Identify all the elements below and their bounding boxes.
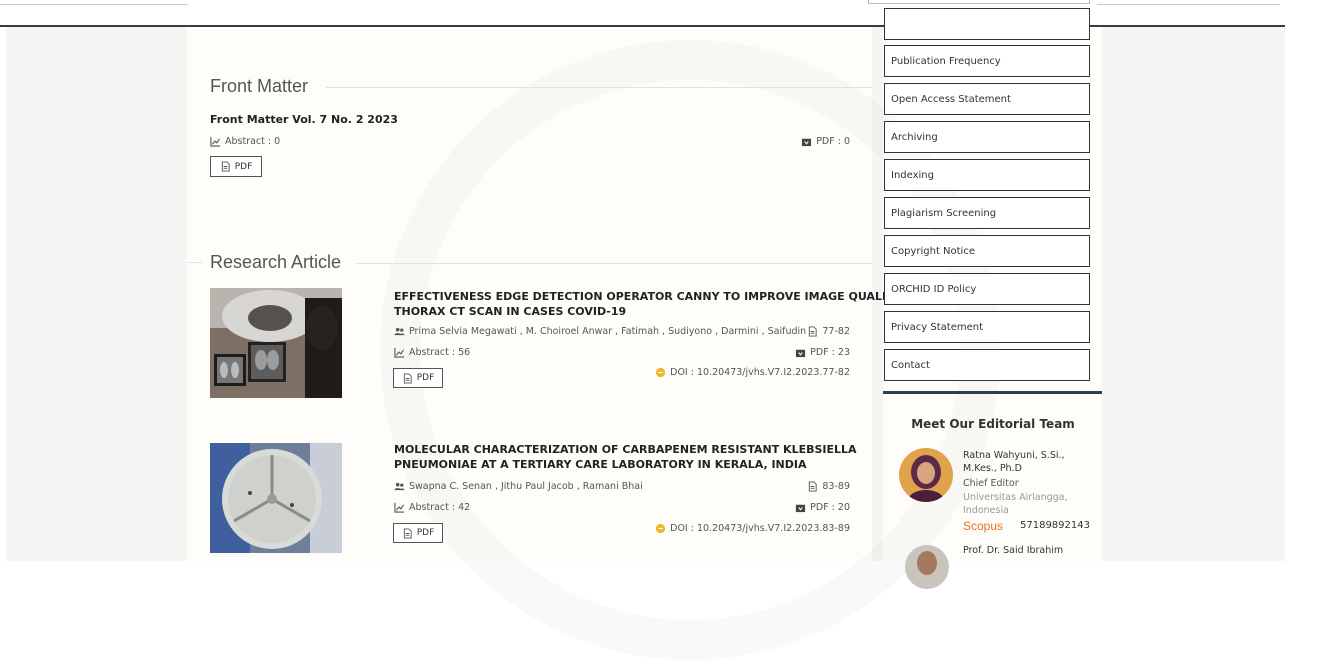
article-thumbnail-petri-dish[interactable] (210, 443, 342, 553)
front-matter-abstract: Abstract : 0 (210, 136, 280, 147)
sidebar-divider (883, 391, 1102, 394)
abstract-count: Abstract : 0 (225, 136, 281, 147)
editor-role: Chief Editor (963, 478, 1019, 489)
download-box-icon (802, 138, 812, 147)
research-article-rule (356, 263, 872, 264)
article-title[interactable]: EFFECTIVENESS EDGE DETECTION OPERATOR CA… (394, 289, 902, 319)
doi-icon (656, 367, 666, 378)
front-matter-rule (326, 87, 872, 88)
editor-name: Prof. Dr. Said Ibrahim (963, 545, 1064, 556)
sidebar-item-archiving[interactable]: Archiving (884, 121, 1090, 153)
article-title-line1: MOLECULAR CHARACTERIZATION OF CARBAPENEM… (394, 443, 857, 456)
article-authors: Prima Selvia Megawati , M. Choiroel Anwa… (394, 326, 806, 337)
article-title-line1: EFFECTIVENESS EDGE DETECTION OPERATOR CA… (394, 290, 902, 303)
editor-affiliation: Universitas Airlangga, Indonesia (963, 491, 1068, 517)
sidebar-item-contact[interactable]: Contact (884, 349, 1090, 381)
front-matter-pdf-count: PDF : 0 (770, 136, 850, 147)
pdf-count: PDF : 0 (816, 136, 850, 147)
ct-scan-image (210, 288, 342, 398)
editor-affiliation-line1: Universitas Airlangga, (963, 492, 1068, 503)
doi-text: DOI : 10.20473/jvhs.V7.I2.2023.83-89 (670, 523, 850, 534)
article-thumbnail-ct-scan[interactable] (210, 288, 342, 398)
article-abstract: Abstract : 56 (394, 347, 470, 358)
article-title-line2: PNEUMONIAE AT A TERTIARY CARE LABORATORY… (394, 458, 807, 471)
sidebar-item-copyright-notice[interactable]: Copyright Notice (884, 235, 1090, 267)
abstract-count: Abstract : 42 (409, 502, 471, 513)
sidebar-item-orchid-id-policy[interactable]: ORCHID ID Policy (884, 273, 1090, 305)
top-nav-box-right[interactable] (1097, 0, 1280, 5)
editor-photo (899, 448, 953, 502)
pdf-button-label: PDF (416, 373, 435, 383)
article-pages: 77-82 (780, 326, 850, 337)
pdf-count: PDF : 20 (810, 502, 850, 513)
pages-text: 83-89 (822, 481, 850, 492)
article-pdf-button[interactable]: PDF (393, 523, 443, 543)
article-abstract: Abstract : 42 (394, 502, 470, 513)
editor-photo (905, 545, 949, 589)
article-title[interactable]: MOLECULAR CHARACTERIZATION OF CARBAPENEM… (394, 442, 857, 472)
line-chart-icon (394, 347, 405, 358)
scopus-label[interactable]: Scopus (963, 519, 1003, 533)
article-pdf-button[interactable]: PDF (393, 368, 443, 388)
avatar[interactable] (899, 448, 953, 502)
file-icon (809, 326, 818, 337)
research-article-rule-left (187, 262, 202, 263)
pages-text: 77-82 (822, 326, 850, 337)
editor-name-line1: Ratna Wahyuni, S.Si., (963, 450, 1065, 461)
download-box-icon (796, 504, 806, 513)
file-icon (403, 527, 412, 539)
article-pdf-count: PDF : 23 (760, 347, 850, 358)
pdf-button-label: PDF (416, 528, 435, 538)
doi-icon (656, 523, 666, 534)
editor-name-line2: M.Kes., Ph.D (963, 463, 1022, 474)
article-doi[interactable]: DOI : 10.20473/jvhs.V7.I2.2023.83-89 (620, 523, 850, 534)
avatar[interactable] (905, 545, 949, 589)
front-matter-pdf-button[interactable]: PDF (210, 156, 262, 177)
top-search-box[interactable] (868, 0, 1090, 4)
sidebar-item-partial[interactable] (884, 8, 1090, 40)
users-icon (394, 482, 405, 491)
editor-affiliation-line2: Indonesia (963, 505, 1009, 516)
doi-text: DOI : 10.20473/jvhs.V7.I2.2023.77-82 (670, 367, 850, 378)
petri-dish-image (210, 443, 342, 553)
authors-text: Swapna C. Senan , Jithu Paul Jacob , Ram… (409, 481, 643, 492)
pdf-count: PDF : 23 (810, 347, 850, 358)
sidebar-item-open-access-statement[interactable]: Open Access Statement (884, 83, 1090, 115)
file-icon (809, 481, 818, 492)
users-icon (394, 327, 405, 336)
file-icon (221, 161, 230, 172)
front-matter-heading: Front Matter (210, 76, 309, 96)
download-box-icon (796, 349, 806, 358)
authors-text: Prima Selvia Megawati , M. Choiroel Anwa… (409, 326, 807, 337)
editorial-team-heading: Meet Our Editorial Team (911, 417, 1075, 431)
sidebar-item-privacy-statement[interactable]: Privacy Statement (884, 311, 1090, 343)
article-doi[interactable]: DOI : 10.20473/jvhs.V7.I2.2023.77-82 (620, 367, 850, 378)
pdf-button-label: PDF (234, 161, 253, 172)
article-pdf-count: PDF : 20 (760, 502, 850, 513)
article-title-line2: THORAX CT SCAN IN CASES COVID-19 (394, 305, 627, 318)
research-article-heading: Research Article (210, 252, 342, 272)
article-pages: 83-89 (780, 481, 850, 492)
front-matter-title[interactable]: Front Matter Vol. 7 No. 2 2023 (210, 112, 398, 127)
sidebar-item-publication-frequency[interactable]: Publication Frequency (884, 45, 1090, 77)
file-icon (403, 372, 412, 384)
scopus-id[interactable]: 57189892143 (1020, 520, 1090, 531)
top-nav-box-left[interactable] (0, 0, 188, 5)
line-chart-icon (210, 136, 221, 147)
article-authors: Swapna C. Senan , Jithu Paul Jacob , Ram… (394, 481, 643, 492)
sidebar-item-indexing[interactable]: Indexing (884, 159, 1090, 191)
abstract-count: Abstract : 56 (409, 347, 471, 358)
sidebar-item-plagiarism-screening[interactable]: Plagiarism Screening (884, 197, 1090, 229)
line-chart-icon (394, 502, 405, 513)
editor-name: Ratna Wahyuni, S.Si., M.Kes., Ph.D (963, 449, 1065, 475)
